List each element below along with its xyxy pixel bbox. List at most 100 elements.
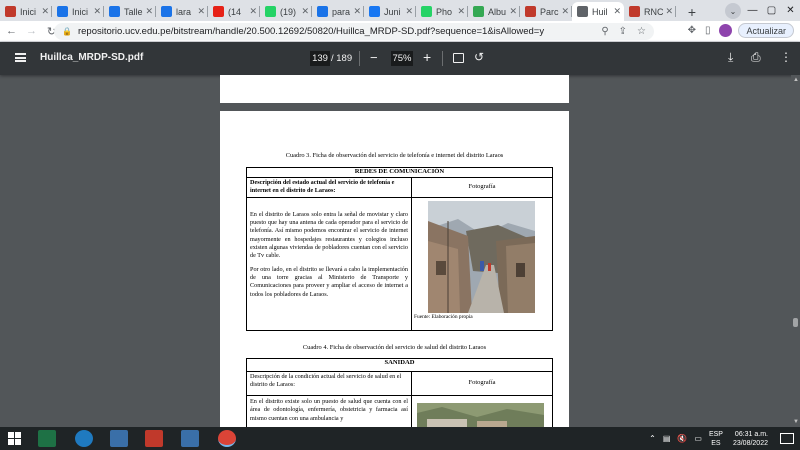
- tab-close-icon[interactable]: ✕: [613, 6, 621, 17]
- zoom-level-input[interactable]: 75%: [391, 51, 413, 66]
- toolbar-divider: [442, 51, 443, 66]
- browser-tab[interactable]: para ✕: [312, 2, 364, 21]
- print-icon[interactable]: ⎙: [751, 50, 761, 65]
- url-text[interactable]: repositorio.ucv.edu.pe/bitstream/handle/…: [78, 26, 591, 37]
- tab-title: (14: [228, 6, 242, 17]
- browser-tab[interactable]: Talle ✕: [104, 2, 156, 21]
- extensions-icon[interactable]: ✥: [688, 25, 696, 36]
- autocad-icon[interactable]: [145, 430, 163, 447]
- tab-close-icon[interactable]: ✕: [41, 6, 49, 17]
- bookmark-star-icon[interactable]: ☆: [637, 26, 646, 37]
- tab-title: Pho: [436, 6, 453, 17]
- health-post-photo: [417, 403, 544, 427]
- maximize-icon[interactable]: ▢: [762, 0, 781, 21]
- tab-title: Huil: [592, 6, 608, 17]
- tab-close-icon[interactable]: ✕: [145, 6, 153, 17]
- forward-icon[interactable]: →: [23, 25, 40, 37]
- browser-tab[interactable]: Parc ✕: [520, 2, 572, 21]
- browser-tab[interactable]: lara ✕: [156, 2, 208, 21]
- toolbar-divider: [359, 51, 360, 66]
- sidepanel-icon[interactable]: ▯: [705, 25, 711, 36]
- cuadro3-desc-header: Descripción del estado actual del servic…: [246, 176, 412, 198]
- tab-title: RNC: [644, 6, 664, 17]
- browser-tab[interactable]: Juni ✕: [364, 2, 416, 21]
- tab-close-icon[interactable]: ✕: [457, 6, 465, 17]
- scroll-down-icon[interactable]: ▼: [793, 419, 799, 425]
- browser-tab[interactable]: RNC ✕: [624, 2, 676, 21]
- tab-title: Albu: [488, 6, 507, 17]
- cuadro3-caption: Cuadro 3. Ficha de observación del servi…: [285, 152, 504, 159]
- tab-favicon-icon: [109, 6, 120, 17]
- tab-favicon-icon: [525, 6, 536, 17]
- tab-close-icon[interactable]: ✕: [509, 6, 517, 17]
- scroll-up-icon[interactable]: ▲: [793, 77, 799, 83]
- tab-close-icon[interactable]: ✕: [301, 6, 309, 17]
- tab-close-icon[interactable]: ✕: [353, 6, 361, 17]
- tab-title: Inici: [20, 6, 37, 17]
- tab-strip: Inici ✕ Inici ✕ Talle ✕ lara ✕ (14 ✕ (19) ✕ para ✕ Jun…: [0, 0, 800, 21]
- clock-date: 23/08/2022: [732, 439, 768, 447]
- cuadro4-photo-header: Fotografía: [411, 371, 553, 396]
- tab-title: Inici: [72, 6, 89, 17]
- tab-favicon-icon: [421, 6, 432, 17]
- chrome-icon[interactable]: [218, 430, 236, 447]
- vertical-scrollbar[interactable]: ▲ ▼: [791, 75, 800, 427]
- battery-icon[interactable]: ▭: [694, 434, 702, 443]
- cuadro4-section-title: SANIDAD: [246, 358, 553, 372]
- tab-close-icon[interactable]: ✕: [665, 6, 673, 17]
- rotate-icon[interactable]: ↺: [474, 50, 484, 64]
- sketchup-layout-icon[interactable]: [181, 430, 199, 447]
- volume-icon[interactable]: 🔇: [677, 434, 687, 443]
- cuadro4-desc-header: Descripción de la condición actual del s…: [246, 371, 412, 396]
- cuadro3-photo-cell: Fuente: Elaboración propia: [411, 196, 553, 331]
- language-indicator[interactable]: ESP ES: [709, 430, 723, 448]
- new-tab-button[interactable]: +: [682, 2, 702, 21]
- lang-bottom: ES: [711, 439, 721, 447]
- update-button[interactable]: Actualizar: [738, 23, 794, 38]
- profile-avatar[interactable]: [719, 24, 733, 37]
- tab-close-icon[interactable]: ✕: [197, 6, 205, 17]
- tab-search-icon[interactable]: ⌄: [725, 3, 741, 19]
- address-bar[interactable]: 🔒 repositorio.ucv.edu.pe/bitstream/handl…: [54, 23, 654, 40]
- excel-icon[interactable]: [38, 430, 56, 447]
- browser-tab[interactable]: Pho ✕: [416, 2, 468, 21]
- cuadro4-description: En el distrito existe solo un puesto de …: [246, 395, 412, 427]
- more-options-icon[interactable]: ⋮: [780, 50, 792, 64]
- system-tray: ⌃ ▤ 🔇 ▭ ESP ES 06:31 a.m. 23/08/2022: [649, 427, 800, 450]
- menu-icon[interactable]: [15, 53, 26, 62]
- share-icon[interactable]: ⇪: [619, 26, 627, 37]
- browser-tab[interactable]: (14 ✕: [208, 2, 260, 21]
- search-icon[interactable]: ⚲: [601, 26, 608, 37]
- tab-close-icon[interactable]: ✕: [561, 6, 569, 17]
- clock[interactable]: 06:31 a.m. 23/08/2022: [733, 430, 768, 448]
- minimize-icon[interactable]: —: [743, 0, 762, 21]
- tab-favicon-icon: [577, 6, 588, 17]
- download-icon[interactable]: ⤓: [728, 50, 733, 65]
- cuadro4-photo-cell: [411, 395, 553, 427]
- browser-toolbar: ← → ↻ 🔒 repositorio.ucv.edu.pe/bitstream…: [0, 21, 800, 42]
- zoom-out-icon[interactable]: −: [370, 50, 378, 65]
- browser-tab[interactable]: Inici ✕: [52, 2, 104, 21]
- tab-favicon-icon: [265, 6, 276, 17]
- taskbar: ⌃ ▤ 🔇 ▭ ESP ES 06:31 a.m. 23/08/2022: [0, 427, 800, 450]
- notifications-icon[interactable]: [780, 433, 794, 444]
- chevron-up-icon[interactable]: ⌃: [649, 434, 656, 443]
- scrollbar-thumb[interactable]: [793, 318, 798, 327]
- page-number-input[interactable]: 139: [310, 51, 330, 66]
- tab-close-icon[interactable]: ✕: [405, 6, 413, 17]
- sketchup-icon[interactable]: [110, 430, 128, 447]
- back-icon[interactable]: ←: [3, 25, 20, 37]
- browser-tab[interactable]: Inici ✕: [0, 2, 52, 21]
- browser-tab[interactable]: Albu ✕: [468, 2, 520, 21]
- windows-start-icon[interactable]: [8, 432, 21, 445]
- network-icon[interactable]: ▤: [663, 434, 671, 443]
- browser-tab[interactable]: (19) ✕: [260, 2, 312, 21]
- edge-icon[interactable]: [75, 430, 93, 447]
- browser-tab[interactable]: Huil ✕: [572, 2, 624, 21]
- zoom-in-icon[interactable]: +: [423, 49, 431, 65]
- close-window-icon[interactable]: ✕: [781, 0, 800, 21]
- tab-close-icon[interactable]: ✕: [249, 6, 257, 17]
- fit-page-icon[interactable]: [453, 53, 464, 63]
- tab-close-icon[interactable]: ✕: [93, 6, 101, 17]
- lock-icon[interactable]: 🔒: [62, 27, 72, 36]
